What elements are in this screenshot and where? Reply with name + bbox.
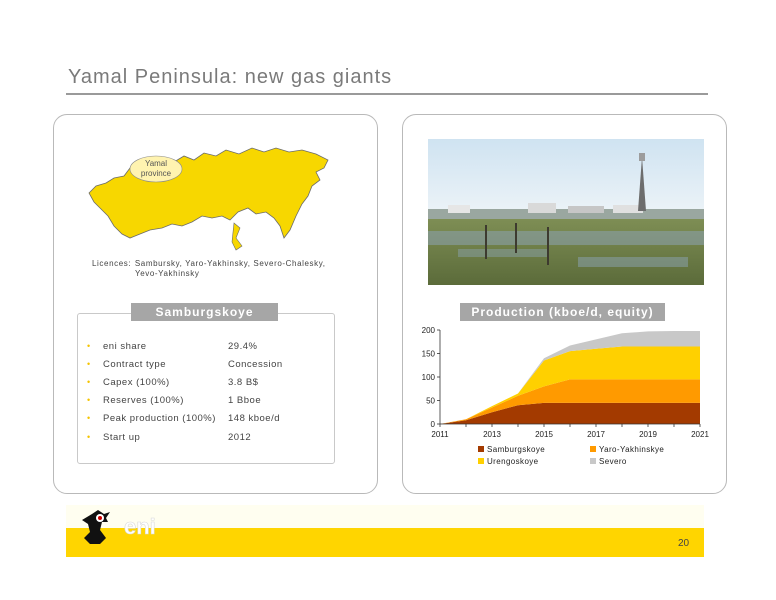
info-row: • Capex (100%) 3.8 B$ bbox=[87, 377, 258, 388]
info-row: • eni share 29.4% bbox=[87, 341, 257, 352]
bullet-icon: • bbox=[87, 432, 91, 442]
row-value: 148 kboe/d bbox=[228, 413, 281, 424]
row-label: Peak production (100%) bbox=[103, 413, 216, 424]
page-number: 20 bbox=[678, 538, 690, 549]
legend-label: Yaro-Yakhinskye bbox=[599, 445, 664, 454]
y-tick-label: 200 bbox=[422, 326, 436, 335]
row-label: Capex (100%) bbox=[103, 377, 170, 388]
map-label-line2: province bbox=[141, 169, 172, 178]
info-row: • Contract type Concession bbox=[87, 359, 283, 370]
info-row: • Reserves (100%) 1 Bboe bbox=[87, 395, 261, 406]
production-header: Production (kboe/d, equity) bbox=[460, 303, 665, 321]
bullet-icon: • bbox=[87, 377, 91, 387]
bullet-icon: • bbox=[87, 413, 91, 423]
y-tick-label: 0 bbox=[431, 420, 436, 429]
x-tick-label: 2011 bbox=[431, 430, 449, 439]
row-label: eni share bbox=[103, 341, 147, 352]
bullet-icon: • bbox=[87, 359, 91, 369]
map-label-line1: Yamal bbox=[145, 159, 167, 168]
licences-line2: Yevo-Yakhinsky bbox=[135, 269, 200, 278]
logo-text: eni bbox=[124, 514, 156, 539]
row-value: 1 Bboe bbox=[228, 395, 262, 406]
row-value: 3.8 B$ bbox=[228, 377, 259, 388]
bullet-icon: • bbox=[87, 341, 91, 351]
legend-swatch bbox=[478, 446, 484, 452]
x-tick-label: 2019 bbox=[639, 430, 657, 439]
licences-text: Licences: Sambursky, Yaro-Yakhinsky, Sev… bbox=[92, 259, 326, 279]
row-value: 2012 bbox=[228, 432, 252, 443]
row-value: Concession bbox=[228, 359, 283, 370]
x-tick-label: 2021 bbox=[691, 430, 709, 439]
row-label: Reserves (100%) bbox=[103, 395, 184, 406]
legend-swatch bbox=[590, 458, 596, 464]
row-label: Start up bbox=[103, 432, 141, 443]
legend-label: Samburgskoye bbox=[487, 445, 545, 454]
gas-field-photo bbox=[428, 139, 704, 285]
samburgskoye-header: Samburgskoye bbox=[131, 303, 278, 321]
legend-label: Urengoskoye bbox=[487, 457, 539, 466]
production-chart: 0 50 100 150 200 2011 2013 2015 2017 2019 2021 Samb… bbox=[422, 326, 710, 466]
x-tick-label: 2013 bbox=[483, 430, 501, 439]
row-value: 29.4% bbox=[228, 341, 258, 352]
russia-map: Yamal province bbox=[88, 147, 329, 251]
licences-label: Licences: bbox=[92, 259, 132, 268]
info-row: • Peak production (100%) 148 kboe/d bbox=[87, 413, 280, 424]
legend-label: Severo bbox=[599, 457, 627, 466]
legend-swatch bbox=[478, 458, 484, 464]
x-tick-label: 2017 bbox=[587, 430, 605, 439]
y-tick-label: 150 bbox=[422, 350, 436, 359]
page-title: Yamal Peninsula: new gas giants bbox=[68, 66, 393, 88]
title-divider bbox=[66, 93, 708, 95]
row-label: Contract type bbox=[103, 359, 166, 370]
licences-line1: Sambursky, Yaro-Yakhinsky, Severo-Chales… bbox=[134, 259, 326, 268]
x-tick-label: 2015 bbox=[535, 430, 553, 439]
info-row: • Start up 2012 bbox=[87, 432, 251, 443]
legend-swatch bbox=[590, 446, 596, 452]
bullet-icon: • bbox=[87, 395, 91, 405]
y-tick-label: 100 bbox=[422, 373, 436, 382]
y-tick-label: 50 bbox=[426, 397, 435, 406]
eni-logo: eni bbox=[82, 510, 156, 544]
